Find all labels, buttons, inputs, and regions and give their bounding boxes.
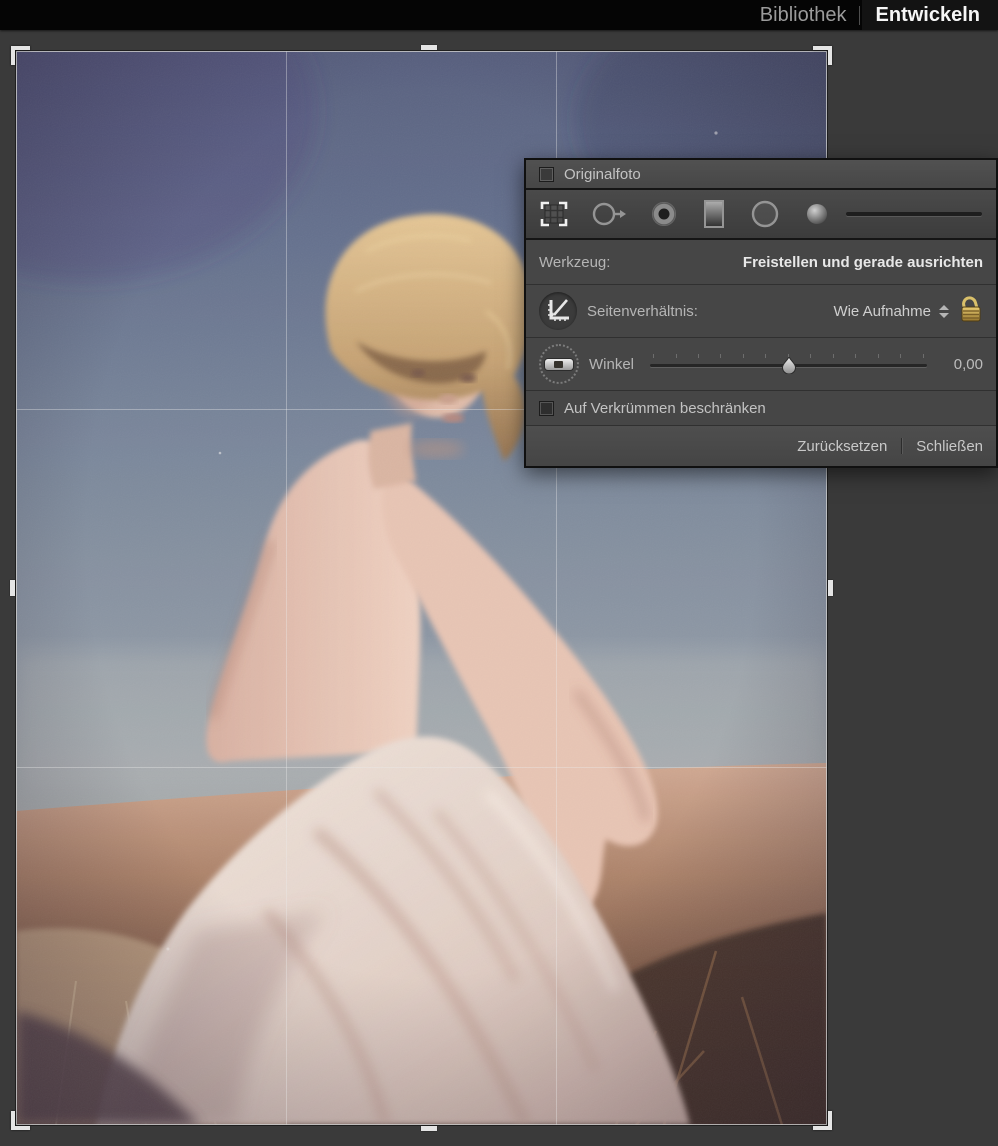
reset-button[interactable]: Zurücksetzen [797, 438, 887, 455]
constrain-label: Auf Verkrümmen beschränken [564, 400, 766, 417]
module-entwickeln-wrap[interactable]: Entwickeln [862, 0, 998, 30]
crop-handle-top-left[interactable] [11, 46, 30, 65]
crop-handle-left[interactable] [10, 580, 15, 596]
crop-handle-right[interactable] [828, 580, 833, 596]
aspect-ratio-row: Seitenverhältnis: Wie Aufnahme [526, 285, 996, 338]
module-divider [859, 6, 860, 25]
original-photo-row: Originalfoto [526, 160, 996, 190]
aspect-ratio-value[interactable]: Wie Aufnahme [833, 303, 931, 320]
angle-label: Winkel [589, 356, 634, 373]
angle-slider[interactable] [650, 353, 927, 375]
crop-tool-panel: Originalfoto [524, 158, 998, 468]
button-divider [901, 438, 902, 454]
module-picker-bar: Bibliothek Entwickeln [0, 0, 998, 30]
crop-handle-bottom-right[interactable] [813, 1111, 832, 1130]
crop-frame-icon[interactable] [539, 292, 577, 330]
close-button[interactable]: Schließen [916, 438, 983, 455]
angle-value: 0,00 [939, 356, 983, 373]
aspect-ratio-label: Seitenverhältnis: [587, 303, 698, 320]
crop-handle-bottom[interactable] [421, 1126, 437, 1131]
constrain-checkbox[interactable] [539, 401, 554, 416]
module-bibliothek[interactable]: Bibliothek [748, 0, 859, 30]
tool-name-value: Freistellen und gerade ausrichten [743, 254, 983, 271]
lightroom-develop-screen: { "topbar": { "modules": [ {"label": "Bi… [0, 0, 998, 1146]
crop-handle-top-right[interactable] [813, 46, 832, 65]
module-entwickeln[interactable]: Entwickeln [876, 0, 980, 30]
brush-size-slider[interactable] [846, 212, 982, 216]
tool-strip [526, 190, 996, 240]
aspect-stepper-icon[interactable] [939, 305, 949, 318]
crop-handle-bottom-left[interactable] [11, 1111, 30, 1130]
spot-removal-tool-icon[interactable] [592, 201, 626, 227]
crop-handle-top[interactable] [421, 45, 437, 50]
tool-name-row: Werkzeug: Freistellen und gerade ausrich… [526, 240, 996, 285]
angle-slider-thumb[interactable] [782, 357, 796, 378]
straighten-level-icon[interactable] [539, 344, 579, 384]
tool-name-label: Werkzeug: [539, 254, 610, 271]
angle-row: Winkel 0,00 [526, 338, 996, 391]
crop-tool-icon[interactable] [540, 200, 568, 228]
original-photo-label: Originalfoto [564, 166, 641, 183]
red-eye-tool-icon[interactable] [650, 200, 678, 228]
aspect-lock-icon[interactable] [959, 294, 983, 328]
constrain-row: Auf Verkrümmen beschränken [526, 391, 996, 426]
original-photo-checkbox[interactable] [539, 167, 554, 182]
radial-filter-tool-icon[interactable] [750, 199, 780, 229]
adjustment-brush-tool-icon[interactable] [804, 201, 830, 227]
graduated-filter-tool-icon[interactable] [702, 199, 726, 229]
panel-buttons-row: Zurücksetzen Schließen [526, 426, 996, 466]
